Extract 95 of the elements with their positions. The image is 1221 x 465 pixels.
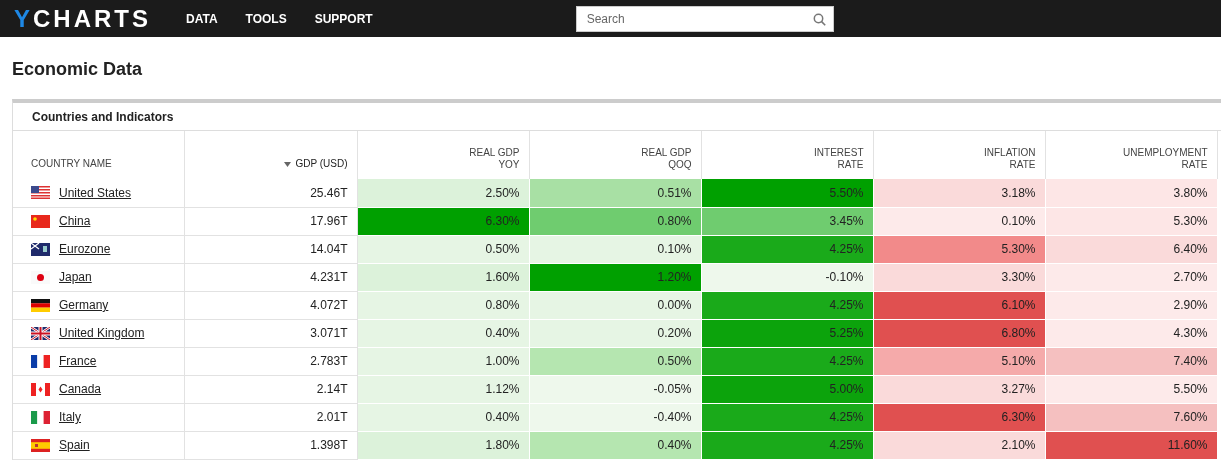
heatmap-cell: 0.40% — [357, 403, 529, 431]
flag-icon — [31, 382, 50, 396]
heatmap-cell: 2.70% — [1045, 263, 1217, 291]
table-cell: 2.14T — [184, 375, 357, 403]
country-link[interactable]: United States — [59, 183, 132, 202]
search-icon — [812, 12, 826, 26]
country-link[interactable]: Japan — [59, 268, 92, 286]
heatmap-cell: 5.30% — [1045, 207, 1217, 235]
heatmap-cell: 1.80% — [357, 431, 529, 459]
column-header[interactable]: COUNTRY NAME — [31, 158, 112, 170]
ychart-logo[interactable]: YCHARTS — [14, 6, 164, 31]
heatmap-cell: 7.40% — [1045, 347, 1217, 375]
heatmap-cell: 0.20% — [529, 319, 701, 347]
heatmap-cell: 5.10% — [873, 347, 1045, 375]
heatmap-cell: 0.00% — [529, 291, 701, 319]
table-cell: 14.04T — [184, 235, 357, 263]
country-link[interactable]: United Kingdom — [59, 324, 145, 342]
heatmap-cell: -0.40% — [529, 403, 701, 431]
heatmap-cell: 6.30% — [357, 207, 529, 235]
heatmap-cell: 4.25% — [701, 235, 873, 263]
heatmap-cell: 2.90% — [1045, 291, 1217, 319]
country-link[interactable]: China — [59, 212, 91, 230]
flag-icon — [31, 242, 50, 256]
heatmap-cell: 4.25% — [701, 347, 873, 375]
heatmap-cell: 0.50% — [357, 235, 529, 263]
column-header[interactable]: REAL GDP YOY — [469, 147, 520, 171]
heatmap-cell: 3.30% — [873, 263, 1045, 291]
flag-icon — [31, 214, 50, 228]
table-cell: 4.072T — [184, 291, 357, 319]
table-cell: 17.96T — [184, 207, 357, 235]
heatmap-cell: 4.25% — [701, 291, 873, 319]
heatmap-cell: 6.80% — [873, 319, 1045, 347]
heatmap-cell: 3.27% — [873, 375, 1045, 403]
flag-icon — [31, 354, 50, 368]
heatmap-cell: 0.80% — [529, 207, 701, 235]
heatmap-cell: 1.12% — [357, 375, 529, 403]
country-link[interactable]: Canada — [59, 380, 102, 398]
table-cell: 3.071T — [184, 319, 357, 347]
table-cell: 2.783T — [184, 347, 357, 375]
page-title: Economic Data — [12, 58, 144, 81]
heatmap-cell: 5.50% — [701, 179, 873, 207]
flag-icon — [31, 326, 50, 340]
heatmap-cell: 3.80% — [1045, 179, 1217, 207]
search-field[interactable]: Search — [575, 5, 834, 32]
country-link[interactable]: Eurozone — [59, 240, 111, 258]
heatmap-cell: 0.50% — [529, 347, 701, 375]
heatmap-cell: 0.40% — [529, 431, 701, 459]
column-header[interactable]: REAL GDP QOQ — [641, 147, 692, 171]
heatmap-cell: -0.10% — [701, 263, 873, 291]
column-header[interactable]: INFLATION RATE — [984, 147, 1036, 171]
heatmap-cell: 1.00% — [357, 347, 529, 375]
heatmap-cell: 4.25% — [701, 403, 873, 431]
nav-link[interactable]: DATA — [186, 9, 218, 28]
heatmap-cell: 6.10% — [873, 291, 1045, 319]
heatmap-cell: 6.40% — [1045, 235, 1217, 263]
table-cell: 4.231T — [184, 263, 357, 291]
nav-link[interactable]: SUPPORT — [314, 9, 373, 28]
heatmap-cell: 4.30% — [1045, 319, 1217, 347]
table-cell: 25.46T — [184, 179, 357, 207]
heatmap-cell: 5.00% — [701, 375, 873, 403]
country-link[interactable]: Spain — [59, 436, 90, 454]
table-cell: 1.398T — [184, 431, 357, 459]
heatmap-cell: 5.30% — [873, 235, 1045, 263]
heatmap-cell: 1.20% — [529, 263, 701, 291]
heatmap-cell: 0.51% — [529, 179, 701, 207]
heatmap-cell: -0.05% — [529, 375, 701, 403]
column-header[interactable]: UNEMPLOYMENT RATE — [1123, 147, 1208, 171]
heatmap-cell: 11.60% — [1045, 431, 1217, 459]
heatmap-cell: 0.80% — [357, 291, 529, 319]
flag-icon — [31, 298, 50, 312]
heatmap-cell: 2.50% — [357, 179, 529, 207]
heatmap-cell: 7.60% — [1045, 403, 1217, 431]
country-link[interactable]: Italy — [59, 408, 81, 426]
country-link[interactable]: Germany — [59, 296, 109, 314]
panel-title: Countries and Indicators — [32, 108, 174, 126]
heatmap-cell: 5.25% — [701, 319, 873, 347]
nav-link[interactable]: TOOLS — [245, 9, 287, 28]
flag-icon — [31, 410, 50, 424]
heatmap-cell: 0.10% — [529, 235, 701, 263]
country-link[interactable]: France — [59, 352, 97, 370]
heatmap-cell: 6.30% — [873, 403, 1045, 431]
heatmap-cell: 4.25% — [701, 431, 873, 459]
heatmap-cell: 3.18% — [873, 179, 1045, 207]
heatmap-cell: 3.45% — [701, 207, 873, 235]
heatmap-cell: 5.50% — [1045, 375, 1217, 403]
heatmap-cell: 0.40% — [357, 319, 529, 347]
flag-icon — [31, 438, 50, 452]
heatmap-cell: 1.60% — [357, 263, 529, 291]
heatmap-cell: 0.10% — [873, 207, 1045, 235]
table-cell: 2.01T — [184, 403, 357, 431]
column-header[interactable]: GDP (USD) — [295, 158, 348, 170]
heatmap-cell: 2.10% — [873, 431, 1045, 459]
column-header[interactable]: INTEREST RATE — [814, 147, 864, 171]
sort-down-icon — [284, 162, 292, 167]
flag-icon — [31, 186, 50, 200]
